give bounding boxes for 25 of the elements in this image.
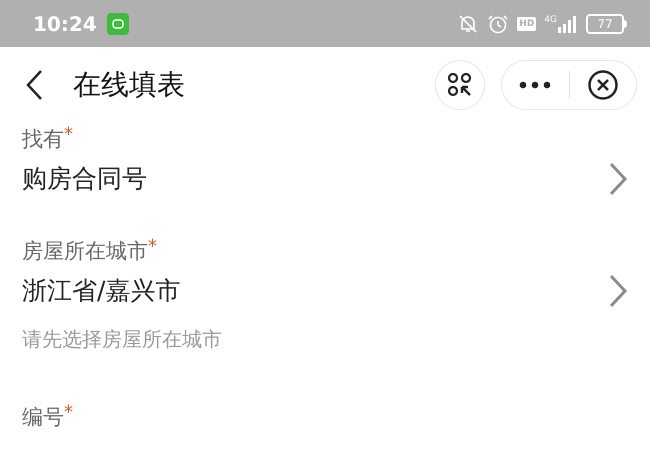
bell-muted-icon — [457, 12, 480, 34]
field-hint: 请先选择房屋所在城市 — [22, 326, 223, 353]
field-label: 编号 — [22, 404, 64, 431]
field-value[interactable]: 浙江省/嘉兴市 — [22, 273, 180, 309]
scan-button[interactable] — [435, 60, 485, 110]
app-notification-icon — [106, 12, 129, 34]
signal-icon — [558, 14, 578, 32]
chevron-right-icon — [608, 274, 628, 308]
hd-indicator: HD — [517, 16, 536, 30]
field-value[interactable]: 购房合同号 — [22, 161, 147, 197]
battery-indicator: 77 — [586, 14, 627, 34]
required-mark: * — [148, 237, 157, 257]
page-title: 在线填表 — [73, 67, 185, 103]
scan-icon — [447, 72, 473, 98]
field-label: 房屋所在城市 — [22, 238, 148, 265]
required-mark: * — [64, 403, 73, 423]
more-icon — [519, 81, 552, 89]
close-icon — [586, 69, 619, 101]
field-label: 找有 — [22, 126, 64, 153]
clock-time: 10:24 — [33, 10, 97, 38]
alarm-clock-icon — [487, 12, 510, 34]
required-mark: * — [64, 125, 73, 145]
chevron-right-icon — [608, 162, 628, 196]
network-type: 4G — [544, 14, 557, 24]
back-icon[interactable] — [25, 69, 43, 101]
